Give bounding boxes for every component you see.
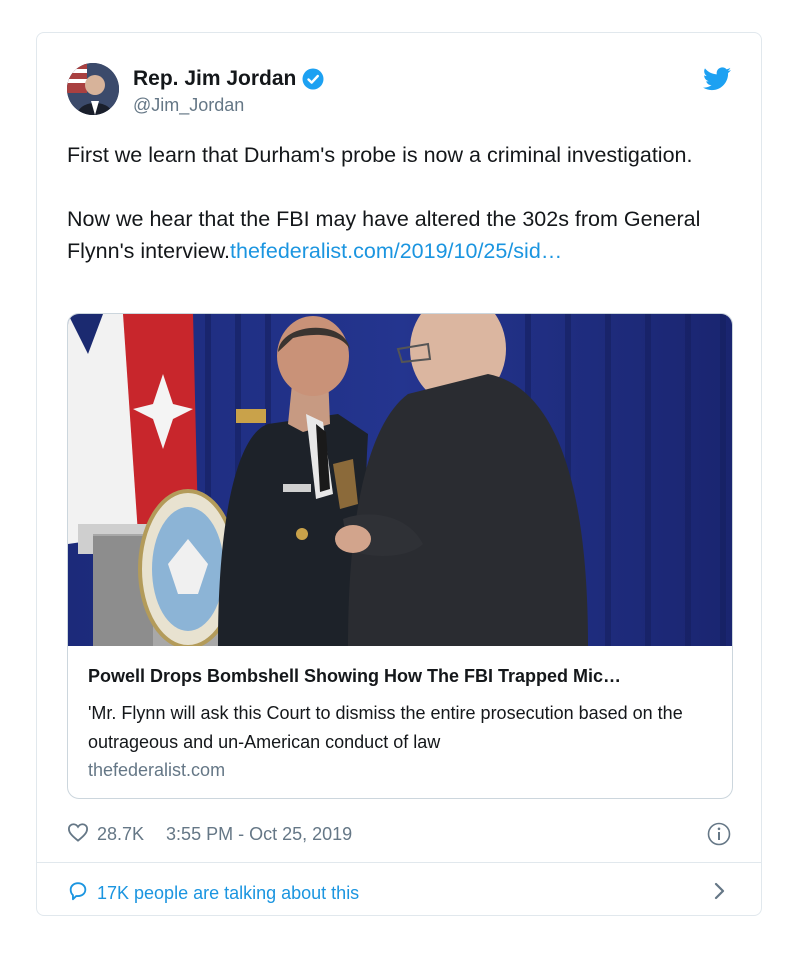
speech-bubble-icon xyxy=(67,880,89,907)
chevron-right-icon[interactable] xyxy=(713,881,727,901)
author-name[interactable]: Rep. Jim Jordan xyxy=(133,67,296,91)
preview-domain: thefederalist.com xyxy=(88,760,226,780)
tweet-paragraph-2: Now we hear that the FBI may have altere… xyxy=(67,203,727,267)
tweet-paragraph-1: First we learn that Durham's probe is no… xyxy=(67,143,693,167)
tweet-meta: 28.7K 3:55 PM - Oct 25, 2019 xyxy=(67,822,352,847)
verified-badge-icon xyxy=(302,68,324,90)
divider xyxy=(37,862,761,863)
link-preview-card[interactable]: Powell Drops Bombshell Showing How The F… xyxy=(67,313,733,799)
heart-icon[interactable] xyxy=(67,822,89,847)
talking-count[interactable]: 17K people are talking about this xyxy=(97,883,359,904)
conversation-link[interactable]: 17K people are talking about this xyxy=(67,880,359,907)
info-icon[interactable] xyxy=(707,822,731,846)
preview-title[interactable]: Powell Drops Bombshell Showing How The F… xyxy=(88,666,621,687)
tweet-text: First we learn that Durham's probe is no… xyxy=(67,139,727,267)
tweet-card: Rep. Jim Jordan @Jim_Jordan First we lea… xyxy=(36,32,762,916)
preview-description: 'Mr. Flynn will ask this Court to dismis… xyxy=(88,703,683,752)
avatar[interactable] xyxy=(67,63,119,115)
like-count[interactable]: 28.7K xyxy=(97,824,144,845)
timestamp[interactable]: 3:55 PM - Oct 25, 2019 xyxy=(166,824,352,845)
twitter-bird-icon[interactable] xyxy=(703,67,731,91)
author-name-row[interactable]: Rep. Jim Jordan xyxy=(133,67,324,91)
tweet-link[interactable]: thefederalist.com/2019/10/25/sid… xyxy=(230,239,562,263)
preview-image[interactable] xyxy=(68,314,732,649)
author-handle[interactable]: @Jim_Jordan xyxy=(133,95,244,116)
